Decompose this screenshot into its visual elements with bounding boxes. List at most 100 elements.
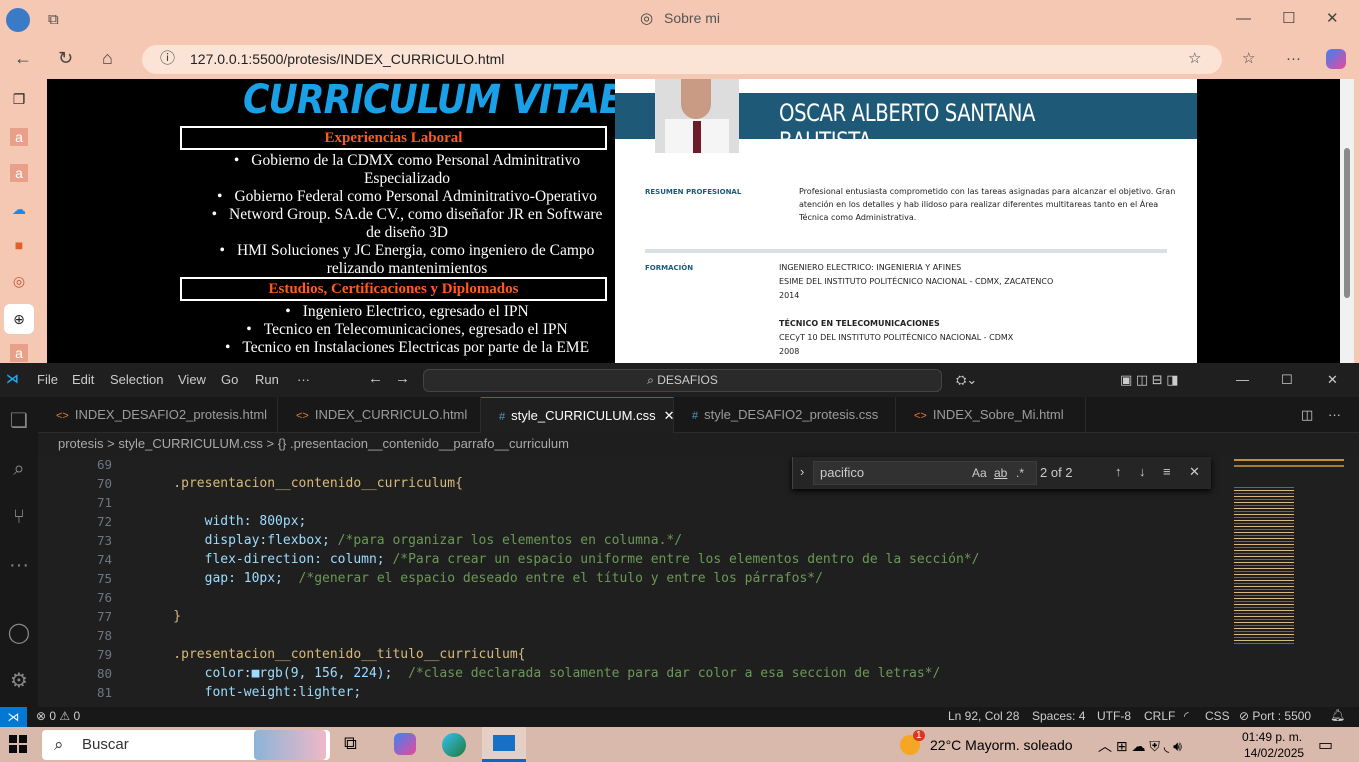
tab-style-curriculum[interactable]: # style_CURRICULUM.css ✕ <box>481 397 675 433</box>
more-icon[interactable]: ··· <box>7 553 31 577</box>
code-line[interactable]: } <box>142 609 181 624</box>
regex-icon[interactable]: .* <box>1016 462 1024 484</box>
find-in-selection-icon[interactable]: ≡ <box>1163 464 1171 479</box>
favorite-star-icon[interactable]: ☆ <box>1188 49 1201 69</box>
nav-forward-icon[interactable]: → <box>395 370 410 387</box>
url-text[interactable]: 127.0.0.1:5500/protesis/INDEX_CURRICULO.… <box>190 51 504 67</box>
edge-icon[interactable] <box>442 733 466 757</box>
breadcrumb-item[interactable]: protesis <box>58 436 104 451</box>
cursor-position[interactable]: Ln 92, Col 28 <box>948 709 1019 723</box>
eol[interactable]: CRLF <box>1144 709 1175 723</box>
account-icon[interactable]: ◯ <box>7 621 31 645</box>
live-server-port[interactable]: ⊘ Port : 5500 <box>1239 709 1311 723</box>
nav-back-icon[interactable]: ← <box>368 370 383 387</box>
task-view-icon[interactable]: ⧉ <box>344 733 357 754</box>
code-line[interactable]: display:flexbox; /*para organizar los el… <box>142 533 682 548</box>
code-line[interactable]: width: 800px; <box>142 514 307 529</box>
breadcrumb-item[interactable]: style_CURRICULUM.css <box>118 436 262 451</box>
close-icon[interactable]: ✕ <box>1327 372 1338 388</box>
notifications-icon[interactable]: ▭ <box>1318 735 1333 755</box>
menu-go[interactable]: Go <box>221 372 238 387</box>
next-match-icon[interactable]: ↓ <box>1139 464 1146 479</box>
encoding[interactable]: UTF-8 <box>1097 709 1131 723</box>
vscode-taskbar-icon[interactable] <box>482 727 526 762</box>
tab-style-desafio2[interactable]: # style_DESAFIO2_protesis.css <box>674 397 896 433</box>
code-editor[interactable]: 69 70 .presentacion__contenido__curriculu… <box>38 455 1359 707</box>
more-actions-icon[interactable]: ··· <box>1328 407 1341 422</box>
refresh-icon[interactable]: ↻ <box>58 48 73 68</box>
command-center[interactable]: ⌕ DESAFIOS <box>423 369 942 392</box>
cloud-icon[interactable]: ☁ <box>10 200 28 218</box>
year-2: 2008 <box>779 347 800 356</box>
menu-view[interactable]: View <box>178 372 206 387</box>
close-find-icon[interactable]: ✕ <box>1189 464 1200 480</box>
code-line[interactable]: flex-direction: column; /*Para crear un … <box>142 552 980 567</box>
amazon-icon[interactable]: a <box>10 164 28 182</box>
more-icon[interactable]: ··· <box>1286 49 1301 69</box>
find-input[interactable]: pacifico Aa ab .* <box>813 461 1037 485</box>
copilot-icon[interactable]: ⛭⌄ <box>956 372 977 388</box>
gear-icon[interactable]: ⚙ <box>7 669 31 693</box>
language-mode[interactable]: CSS <box>1205 709 1230 723</box>
toggle-replace-icon[interactable]: › <box>800 464 804 479</box>
menu-file[interactable]: File <box>37 372 58 387</box>
info-icon[interactable]: ⓘ <box>160 49 175 69</box>
back-icon[interactable]: ← <box>14 48 32 68</box>
code-line[interactable]: color:■rgb(9, 156, 224); /*clase declara… <box>142 666 941 681</box>
scrollbar-thumb[interactable] <box>1344 148 1350 298</box>
tab-index-desafio2[interactable]: <> INDEX_DESAFIO2_protesis.html <box>38 397 278 433</box>
whole-word-icon[interactable]: ab <box>994 462 1007 484</box>
clock-date[interactable]: 14/02/2025 <box>1244 746 1304 760</box>
minimize-icon[interactable]: — <box>1236 9 1251 29</box>
menu-run[interactable]: Run <box>255 372 279 387</box>
amazon-icon[interactable]: a <box>10 344 28 362</box>
tab-index-sobre-mi[interactable]: <> INDEX_Sobre_Mi.html <box>896 397 1086 433</box>
menu-edit[interactable]: Edit <box>72 372 94 387</box>
tabs-icon[interactable]: ❐ <box>10 90 28 108</box>
favorites-icon[interactable]: ☆ <box>1242 49 1255 69</box>
windows-start-icon[interactable] <box>9 735 27 753</box>
code-line[interactable]: .presentacion__contenido__titulo__curric… <box>142 647 525 662</box>
problems-count[interactable]: ⊗ 0 ⚠ 0 <box>36 709 80 723</box>
weather-text[interactable]: 22°C Mayorm. soleado <box>930 737 1073 753</box>
birds-widget-icon[interactable] <box>254 730 326 760</box>
maximize-icon[interactable]: ☐ <box>1282 9 1295 29</box>
maximize-icon[interactable]: ☐ <box>1281 372 1293 388</box>
tray-icons[interactable]: ︿ ⊞ ☁ ⛨ ◟ 🔊︎ <box>1098 736 1182 756</box>
match-case-icon[interactable]: Aa <box>972 462 987 484</box>
close-tab-icon[interactable]: ✕ <box>664 408 675 423</box>
copilot-icon[interactable] <box>1326 49 1346 69</box>
layout-icon[interactable]: ▣ ◫ ⊟ ◨ <box>1120 372 1179 388</box>
close-icon[interactable]: ✕ <box>1326 9 1339 29</box>
copilot-app-icon[interactable] <box>394 733 416 755</box>
home-icon[interactable]: ⌂ <box>102 48 113 68</box>
explorer-icon[interactable]: ❏ <box>7 409 31 433</box>
bell-icon[interactable]: 🔔︎ <box>1330 708 1345 722</box>
clock-time[interactable]: 01:49 p. m. <box>1242 730 1302 744</box>
app-icon[interactable]: ◎ <box>10 272 28 290</box>
code-line[interactable]: .presentacion__contenido__curriculum{ <box>142 476 463 491</box>
remote-icon[interactable]: ⋊ <box>0 707 27 727</box>
search-icon[interactable]: ⌕ <box>7 457 31 481</box>
editor-tabs: <> INDEX_DESAFIO2_protesis.html <> INDEX_C… <box>38 397 1359 433</box>
menu-selection[interactable]: Selection <box>110 372 163 387</box>
indentation[interactable]: Spaces: 4 <box>1032 709 1085 723</box>
minimize-icon[interactable]: — <box>1236 372 1249 387</box>
amazon-icon[interactable]: a <box>10 128 28 146</box>
code-line[interactable]: font-weight:lighter; <box>142 685 362 700</box>
address-bar[interactable]: ⓘ 127.0.0.1:5500/protesis/INDEX_CURRICUL… <box>142 45 1222 74</box>
tab-index-curriculo[interactable]: <> INDEX_CURRICULO.html <box>278 397 481 433</box>
source-control-icon[interactable]: ⑂ <box>7 505 31 529</box>
web-icon[interactable]: ⊕ <box>4 304 34 334</box>
code-line[interactable]: gap: 10px; /*generar el espacio deseado … <box>142 571 823 586</box>
match-count: 2 of 2 <box>1040 465 1073 480</box>
degree-1: INGENIERO ELECTRICO: INGENIERIA Y AFINES <box>779 263 962 272</box>
split-editor-icon[interactable]: ◫ <box>1301 407 1313 423</box>
profile-avatar-icon[interactable] <box>6 8 30 32</box>
office-icon[interactable]: ■ <box>10 236 28 254</box>
breadcrumb-item[interactable]: {} .presentacion__contenido__parrafo__cu… <box>278 436 569 451</box>
minimap[interactable] <box>1230 455 1345 705</box>
menu-more[interactable]: ··· <box>297 372 310 387</box>
workspaces-icon[interactable]: ⧉ <box>48 10 59 30</box>
previous-match-icon[interactable]: ↑ <box>1115 464 1122 479</box>
